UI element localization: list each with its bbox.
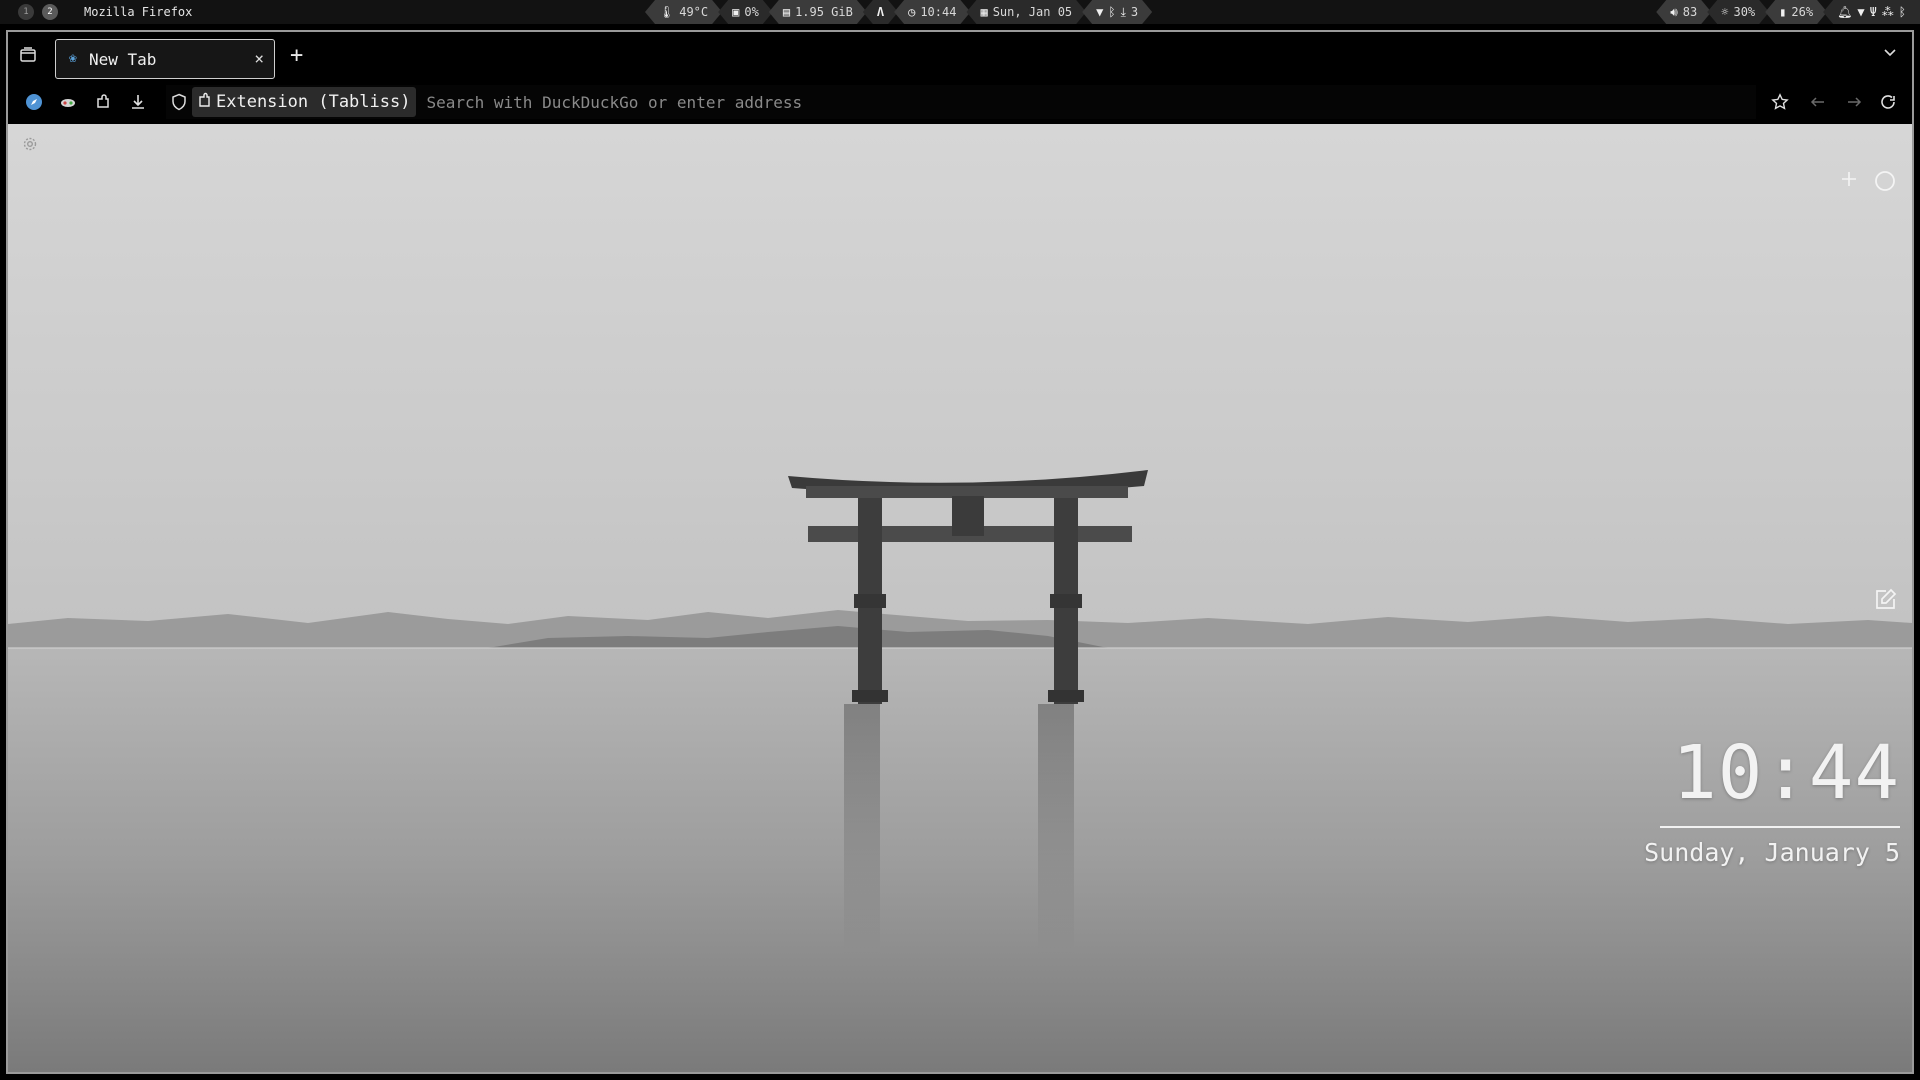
gear-icon[interactable] <box>22 136 38 156</box>
shield-icon[interactable] <box>166 93 192 111</box>
workspace-2[interactable]: 2 <box>42 4 58 20</box>
clock-time: 10:44 <box>1672 730 1900 816</box>
download-icon[interactable] <box>128 92 148 112</box>
cpu-icon: ▣ <box>732 5 740 19</box>
firefox-view-icon[interactable] <box>18 45 38 65</box>
lake-water <box>8 646 1912 1072</box>
circle-icon[interactable] <box>1874 170 1896 196</box>
temperature-value: 49°C <box>679 5 709 19</box>
clock-widget: 10:44 Sunday, January 5 <box>1644 736 1900 867</box>
volume-module[interactable]: 🔊︎ 83 <box>1656 0 1711 24</box>
cpu-module[interactable]: ▣ 0% <box>718 0 773 24</box>
wifi-tray-icon[interactable]: ▼ <box>1857 5 1864 19</box>
browser-window: ❀ New Tab × + Extension (Tabliss) Search… <box>6 30 1914 1074</box>
clock-icon: ◷ <box>908 5 916 19</box>
wifi-icon: ▼ <box>1096 5 1104 19</box>
tab-new-tab[interactable]: ❀ New Tab × <box>55 39 275 79</box>
identity-label: Extension (Tabliss) <box>216 92 411 112</box>
workspace-1[interactable]: 1 <box>18 4 34 20</box>
compass-extension-icon[interactable] <box>24 92 44 112</box>
network-module[interactable]: ▼ ᛒ ⤓ 3 <box>1082 0 1152 24</box>
close-tab-icon[interactable]: × <box>254 49 264 68</box>
bookmark-star-icon[interactable] <box>1770 92 1790 112</box>
extension-puzzle-icon <box>198 92 212 113</box>
new-tab-page: 10:44 Sunday, January 5 <box>8 124 1912 1072</box>
calendar-icon: ▦ <box>980 5 988 19</box>
bluetooth-tray-icon[interactable]: ᛒ <box>1899 5 1906 19</box>
tab-title: New Tab <box>89 49 157 69</box>
tray-module: 🔔︎ ▼ Ψ ⁂ ᛒ <box>1823 0 1920 24</box>
clock-date: Sunday, January 5 <box>1644 838 1900 867</box>
network-tray-icon[interactable]: ⁂ <box>1882 5 1894 19</box>
edit-icon[interactable] <box>1873 588 1897 616</box>
new-tab-button[interactable]: + <box>290 43 303 68</box>
clock-divider <box>1660 826 1900 828</box>
volume-value: 83 <box>1682 5 1698 19</box>
mask-extension-icon[interactable] <box>58 92 78 112</box>
updates-count: 3 <box>1130 5 1139 19</box>
battery-icon: ▮ <box>1779 5 1787 19</box>
plus-icon[interactable] <box>1840 170 1858 192</box>
pillar-reflection-left <box>844 704 880 954</box>
forward-arrow-icon[interactable] <box>1844 92 1864 112</box>
date-value: Sun, Jan 05 <box>992 5 1073 19</box>
navigation-toolbar: Extension (Tabliss) <box>8 82 1912 122</box>
arch-logo-icon: Λ <box>876 5 885 19</box>
clock-value: 10:44 <box>920 5 957 19</box>
extensions-icon[interactable] <box>93 92 113 112</box>
status-modules-center: 🌡︎ 49°C ▣ 0% ▤ 1.95 GiB Λ ◷ 10:44 ▦ Sun,… <box>645 0 1148 24</box>
identity-chip[interactable]: Extension (Tabliss) <box>192 87 417 117</box>
bluetooth-icon: ᛒ <box>1108 5 1116 19</box>
clock-module[interactable]: ◷ 10:44 <box>894 0 970 24</box>
chevron-down-icon[interactable] <box>1882 44 1898 64</box>
address-bar[interactable]: Extension (Tabliss) <box>166 85 1756 119</box>
bell-icon[interactable]: 🔔︎ <box>1837 5 1852 19</box>
brightness-value: 30% <box>1733 5 1756 19</box>
reload-icon[interactable] <box>1878 92 1898 112</box>
tab-strip: ❀ New Tab × + <box>8 32 1912 82</box>
window-title: Mozilla Firefox <box>84 5 193 19</box>
thermometer-icon: 🌡︎ <box>659 5 675 19</box>
memory-icon: ▤ <box>782 5 791 19</box>
background-photo <box>8 124 1912 1072</box>
url-input[interactable] <box>424 91 1756 113</box>
back-arrow-icon[interactable] <box>1808 92 1828 112</box>
status-modules-right: 🔊︎ 83 ☼ 30% ▮ 26% 🔔︎ ▼ Ψ ⁂ ᛒ <box>1656 0 1920 24</box>
temperature-module[interactable]: 🌡︎ 49°C <box>645 0 722 24</box>
date-module[interactable]: ▦ Sun, Jan 05 <box>966 0 1086 24</box>
pillar-reflection-right <box>1038 704 1074 954</box>
brightness-icon: ☼ <box>1721 5 1729 19</box>
brightness-module[interactable]: ☼ 30% <box>1707 0 1769 24</box>
tabliss-icon: ❀ <box>69 51 77 66</box>
battery-module[interactable]: ▮ 26% <box>1765 0 1827 24</box>
download-icon: ⤓ <box>1120 4 1126 19</box>
horizon-line <box>8 647 1912 649</box>
status-bar: 1 2 Mozilla Firefox 🌡︎ 49°C ▣ 0% ▤ 1.95 … <box>0 0 1920 24</box>
memory-value: 1.95 GiB <box>795 5 853 19</box>
memory-module[interactable]: ▤ 1.95 GiB <box>769 0 867 24</box>
launcher-module[interactable]: Λ <box>863 0 898 24</box>
workspace-list: 1 2 Mozilla Firefox <box>18 0 192 24</box>
speaker-icon: 🔊︎ <box>1670 4 1678 19</box>
usb-icon[interactable]: Ψ <box>1870 5 1877 19</box>
cpu-value: 0% <box>744 5 759 19</box>
battery-value: 26% <box>1791 5 1814 19</box>
